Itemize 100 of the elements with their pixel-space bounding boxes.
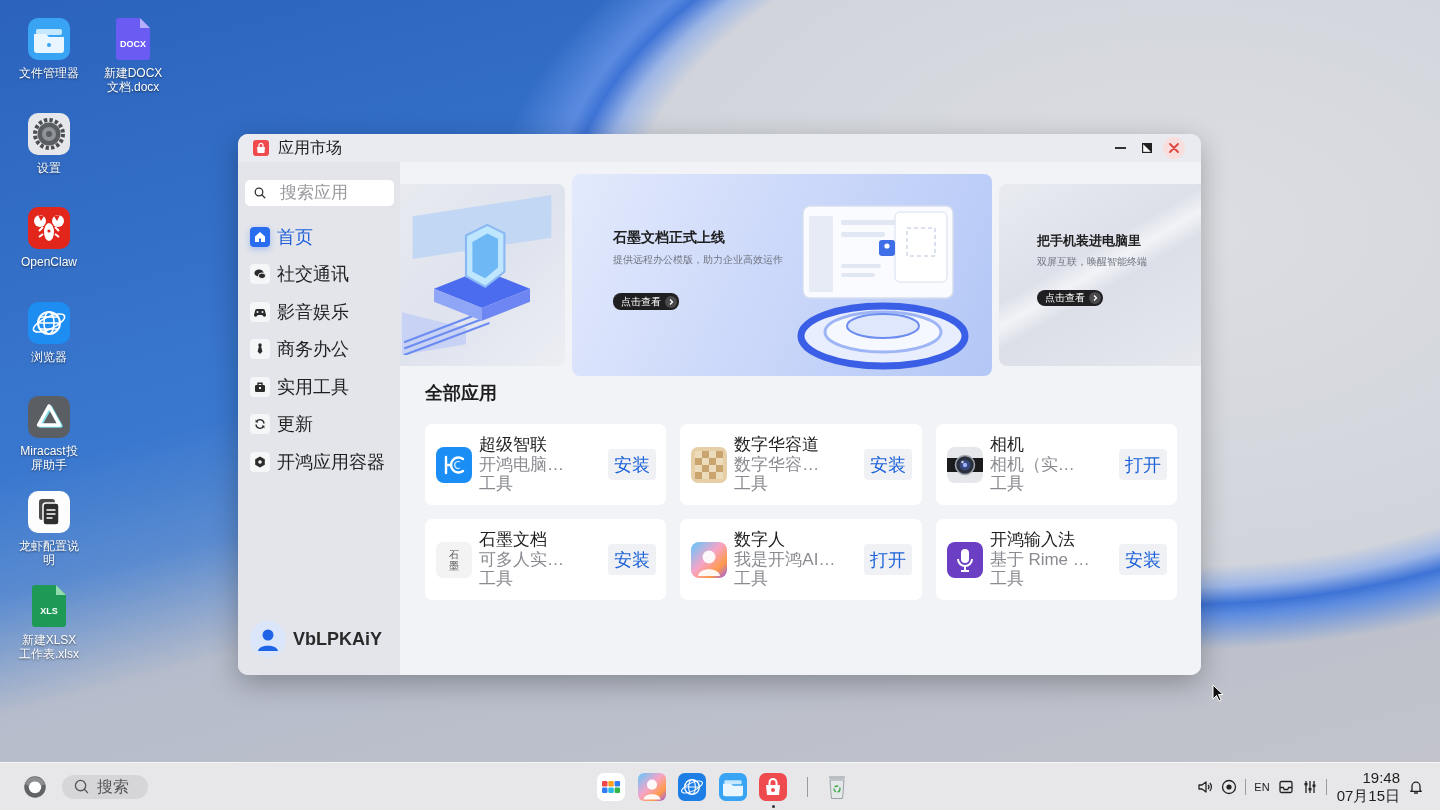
claw-icon[interactable] <box>28 207 70 249</box>
person-avatar-icon <box>691 541 728 578</box>
search-field[interactable]: 搜索应用 <box>245 180 394 206</box>
app-action-button[interactable]: 打开 <box>863 544 912 575</box>
app-card[interactable]: 相机 相机（实… 工具 打开 <box>935 424 1177 505</box>
microphone-icon <box>946 541 983 578</box>
refresh-icon <box>250 414 270 435</box>
icon-label: 新建XLSX工作表.xlsx <box>18 633 80 661</box>
app-description: 我是开鸿AI… <box>734 549 837 570</box>
app-action-button[interactable]: 安装 <box>1119 544 1167 575</box>
app-card[interactable]: 石墨 石墨文档 可多人实… 工具 安装 <box>425 519 667 600</box>
banner-title: 把手机装进电脑里 <box>1036 232 1141 250</box>
text-logo: 石墨 <box>436 541 472 578</box>
app-description: 基于 Rime … <box>989 549 1091 570</box>
nav-item[interactable]: 首页 <box>245 218 394 256</box>
app-category: 工具 <box>989 569 1025 589</box>
icon-label: 龙虾配置说明 <box>18 538 80 567</box>
target-icon[interactable] <box>1221 778 1238 795</box>
banner-subtitle: 双屏互联，唤醒智能终端 <box>1036 255 1147 269</box>
search-icon <box>74 779 89 794</box>
banner-card[interactable]: 石墨文档正式上线 提供远程办公模版，助力企业高效运作 点击查看 <box>571 174 992 376</box>
folder-icon[interactable] <box>28 18 70 60</box>
app-name: 石墨文档 <box>479 530 548 550</box>
app-name: 数字华容道 <box>734 435 821 455</box>
user-name: VbLPKAiY <box>293 628 382 650</box>
checkerboard-icon <box>691 446 728 483</box>
arc-logo-icon <box>436 446 472 483</box>
minimize-icon <box>1114 147 1126 149</box>
close-button[interactable] <box>1163 137 1185 159</box>
chevron-right-icon <box>664 295 677 308</box>
person-avatar-icon[interactable] <box>637 772 666 801</box>
app-action-button[interactable]: 打开 <box>1119 449 1167 480</box>
window-title: 应用市场 <box>278 137 342 158</box>
document-icon[interactable]: XLS <box>32 585 66 627</box>
globe-icon[interactable] <box>678 772 706 801</box>
camera-lens-icon <box>946 446 983 483</box>
clock-time[interactable]: 19:48 <box>1362 768 1400 787</box>
gamepad-icon <box>250 301 270 322</box>
view-button[interactable]: 点击查看 <box>612 293 679 310</box>
app-category: 工具 <box>734 569 770 589</box>
user-avatar-icon[interactable] <box>250 621 286 657</box>
view-button[interactable]: 点击查看 <box>1036 290 1103 306</box>
file-type-label: XLS <box>40 606 58 616</box>
home-icon <box>250 226 270 247</box>
app-category: 工具 <box>989 474 1025 494</box>
app-name: 超级智联 <box>479 435 548 455</box>
app-category: 工具 <box>734 474 770 494</box>
icon-label: 新建DOCX文档.docx <box>102 66 164 94</box>
search-field[interactable]: 搜索 <box>62 774 148 799</box>
search-icon <box>254 187 266 199</box>
nav-item[interactable]: 开鸿应用容器 <box>245 443 394 481</box>
app-category: 工具 <box>479 569 514 589</box>
app-description: 数字华容… <box>734 454 821 475</box>
app-name: 开鸿输入法 <box>989 530 1076 550</box>
shopping-bag-icon <box>253 140 269 156</box>
app-grid-icon[interactable] <box>597 772 625 801</box>
app-name: 数字人 <box>734 530 787 550</box>
app-card[interactable]: 数字华容道 数字华容… 工具 安装 <box>680 424 922 505</box>
close-icon <box>1169 143 1179 153</box>
inbox-icon[interactable] <box>1277 778 1294 795</box>
pages-icon[interactable] <box>28 490 70 533</box>
icon-label: 文件管理器 <box>18 66 80 80</box>
app-card[interactable]: 超级智联 开鸿电脑… 工具 安装 <box>425 424 667 505</box>
icon-label: Miracast投屏助手 <box>19 444 79 472</box>
banner-card[interactable]: 把手机装进电脑里 双屏互联，唤醒智能终端 点击查看 <box>998 184 1201 366</box>
chat-icon <box>250 264 270 285</box>
nav-item[interactable]: 实用工具 <box>245 368 394 406</box>
shopping-bag-icon[interactable] <box>759 772 787 801</box>
nav-item[interactable]: 商务办公 <box>245 330 394 368</box>
globe-icon[interactable] <box>28 301 70 344</box>
maximize-icon <box>1142 143 1152 153</box>
nav-item[interactable]: 影音娱乐 <box>245 293 394 331</box>
icon-label: 浏览器 <box>30 349 68 364</box>
app-name: 相机 <box>989 435 1025 455</box>
clock-date[interactable]: 07月15日 <box>1336 786 1400 805</box>
app-card[interactable]: 开鸿输入法 基于 Rime … 工具 安装 <box>935 519 1177 600</box>
app-action-button[interactable]: 安装 <box>608 544 657 575</box>
chevron-right-icon <box>1088 292 1101 304</box>
mouse-pointer-icon <box>1212 684 1224 702</box>
toolbox-icon <box>250 376 270 397</box>
banner-title: 石墨文档正式上线 <box>612 228 725 247</box>
app-action-button[interactable]: 安装 <box>863 449 912 480</box>
nav-item[interactable]: 社交通讯 <box>245 255 394 293</box>
tie-icon <box>250 339 270 360</box>
icon-label: OpenClaw <box>20 255 78 269</box>
app-action-button[interactable]: 安装 <box>608 449 657 480</box>
file-type-label: DOCX <box>120 39 146 49</box>
nav-item[interactable]: 更新 <box>245 405 394 443</box>
app-category: 工具 <box>479 474 514 494</box>
start-ring-icon[interactable] <box>24 775 46 798</box>
icon-label: 设置 <box>36 160 62 175</box>
app-description: 开鸿电脑… <box>479 454 565 475</box>
input-language-indicator[interactable]: EN <box>1254 780 1270 793</box>
banner-subtitle: 提供远程办公模版，助力企业高效运作 <box>612 253 783 267</box>
app-card[interactable]: 数字人 我是开鸿AI… 工具 打开 <box>680 519 922 600</box>
app-description: 可多人实… <box>479 549 565 570</box>
gear-icon[interactable] <box>28 112 70 155</box>
document-icon[interactable]: DOCX <box>116 18 150 60</box>
app-description: 相机（实… <box>989 454 1076 475</box>
section-title: 全部应用 <box>425 384 497 402</box>
